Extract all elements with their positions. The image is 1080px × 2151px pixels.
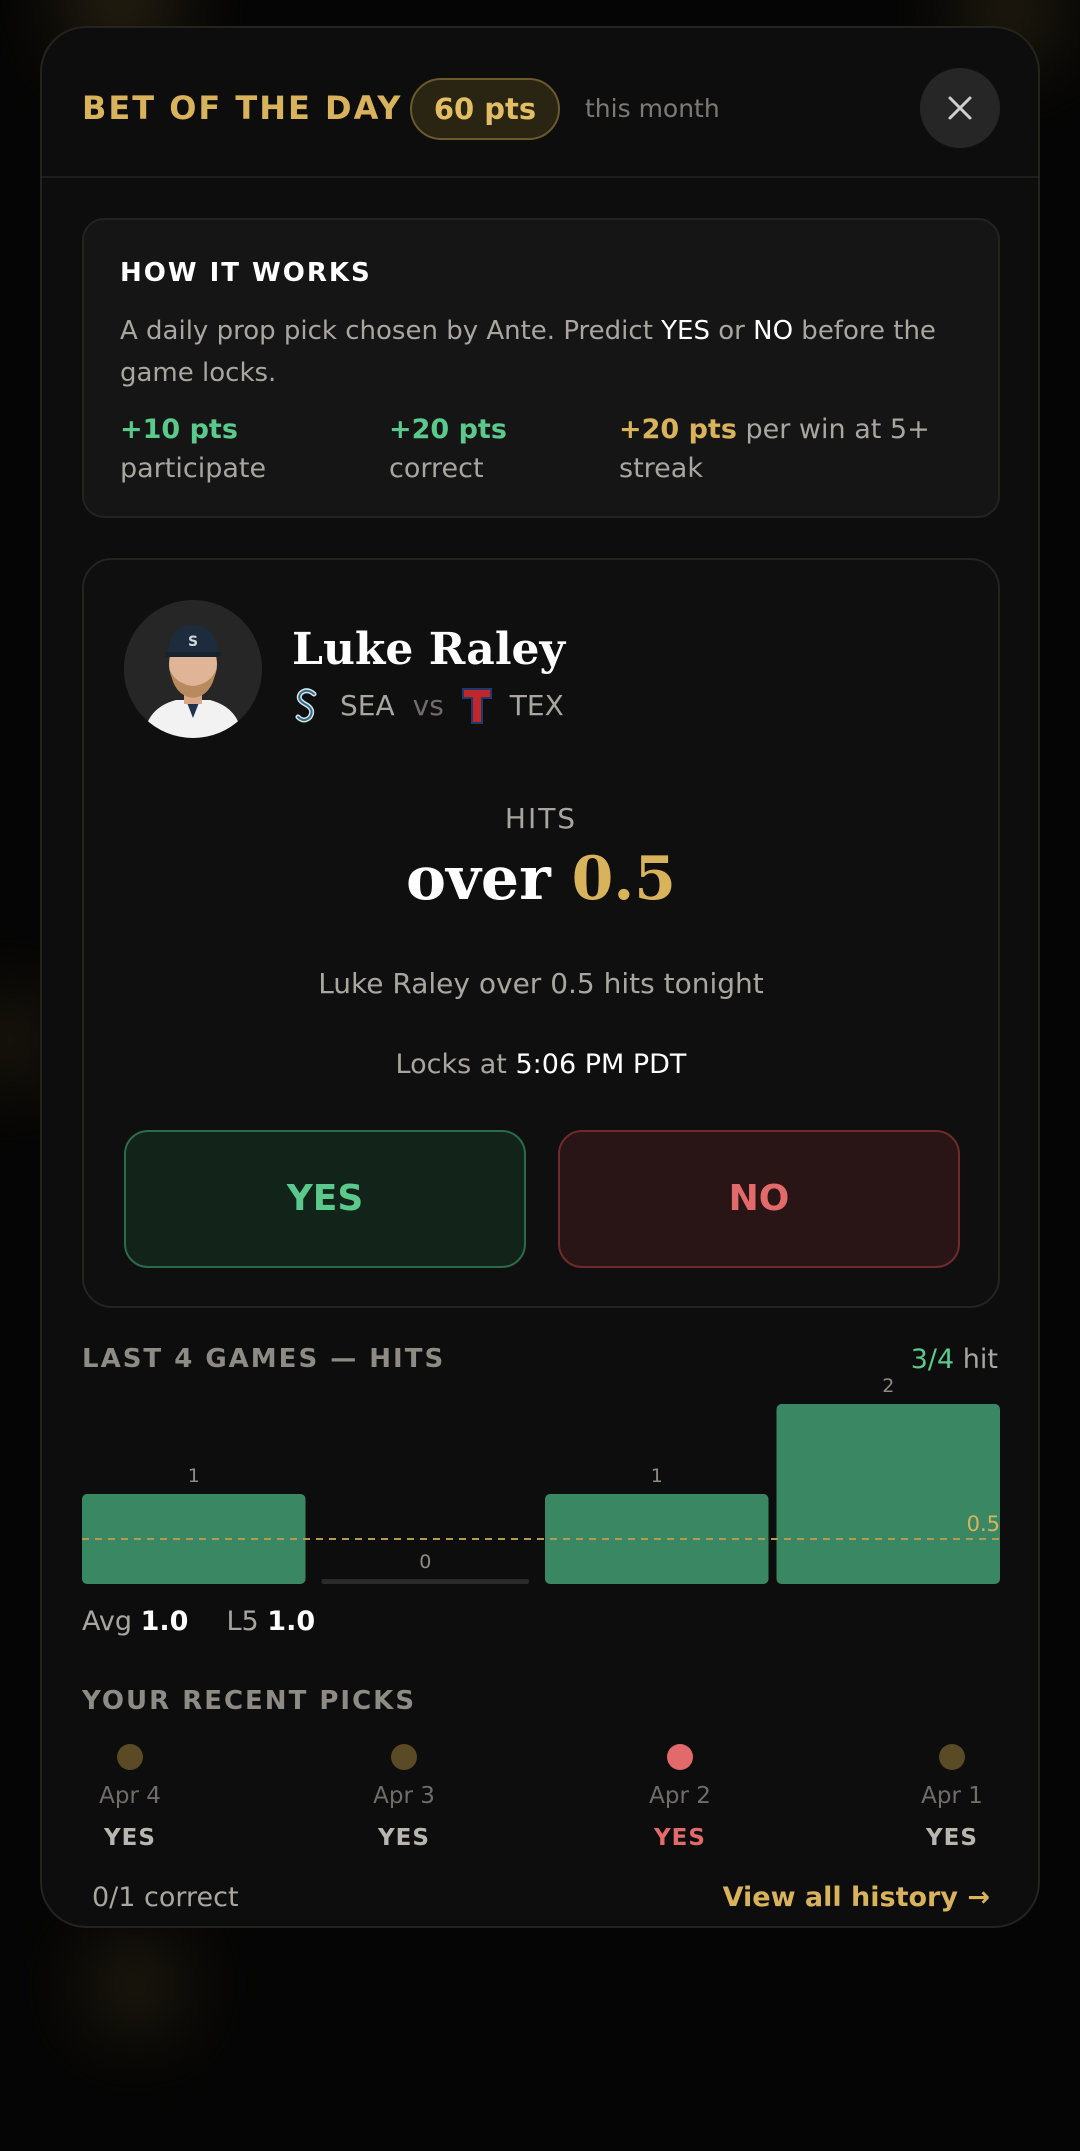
how-it-works-panel: HOW IT WORKS A daily prop pick chosen by… bbox=[82, 218, 1000, 518]
player-name: Luke Raley bbox=[292, 624, 566, 675]
recent-pick: Apr 3 YES bbox=[344, 1738, 464, 1854]
stat-label: HITS bbox=[504, 802, 578, 835]
recent-pick: Apr 2 YES bbox=[620, 1738, 740, 1854]
points-period: this month bbox=[585, 94, 720, 123]
recent-pick: Apr 1 YES bbox=[892, 1738, 1012, 1854]
svg-text:S: S bbox=[188, 634, 198, 650]
player-avatar: S bbox=[124, 600, 262, 738]
pick-status-dot bbox=[939, 1744, 965, 1770]
pick-answer: YES bbox=[926, 1825, 978, 1851]
matchup: SEA vs TEX bbox=[292, 686, 564, 726]
pick-answer: YES bbox=[654, 1825, 706, 1851]
chart-bar bbox=[82, 1494, 306, 1584]
pick-answer: YES bbox=[378, 1825, 430, 1851]
pick-date: Apr 2 bbox=[649, 1783, 711, 1809]
last-games-chart: 1 0 1 2 0.5 bbox=[82, 1378, 1000, 1584]
chart-bar bbox=[776, 1404, 1000, 1584]
chart-value-label: 2 bbox=[882, 1378, 894, 1397]
prop-line: over 0.5 bbox=[406, 844, 676, 914]
pick-status-dot bbox=[117, 1744, 143, 1770]
view-history-link[interactable]: View all history → bbox=[723, 1880, 990, 1916]
pick-date: Apr 4 bbox=[99, 1783, 161, 1809]
chart-value-label: 1 bbox=[188, 1465, 200, 1487]
picks-record: 0/1 correct bbox=[92, 1882, 239, 1913]
chart-value-label: 1 bbox=[651, 1465, 663, 1487]
chart-value-label: 0 bbox=[419, 1551, 431, 1573]
reward-streak: +20 pts per win at 5+ streak bbox=[619, 414, 930, 484]
recent-picks-title: YOUR RECENT PICKS bbox=[82, 1686, 417, 1716]
bet-of-the-day-modal: BET OF THE DAY 60 pts this month HOW IT … bbox=[40, 26, 1040, 1928]
how-it-works-title: HOW IT WORKS bbox=[120, 258, 372, 288]
prop-card: S Luke Raley SEA vs TEX HITS over 0.5 Lu… bbox=[82, 558, 1000, 1308]
modal-title: BET OF THE DAY bbox=[82, 89, 403, 127]
reward-participate: +10 pts participate bbox=[120, 414, 267, 484]
reward-correct: +20 pts correct bbox=[389, 414, 507, 484]
opponent-abbr: TEX bbox=[509, 689, 564, 722]
vs-label: vs bbox=[412, 689, 444, 722]
how-it-works-text: A daily prop pick chosen by Ante. Predic… bbox=[120, 316, 936, 388]
close-icon bbox=[948, 96, 972, 120]
hit-ratio: 3/4 hit bbox=[910, 1344, 998, 1375]
pick-status-dot bbox=[667, 1744, 693, 1770]
pick-status-dot bbox=[391, 1744, 417, 1770]
mariners-logo-icon bbox=[295, 688, 317, 723]
pick-date: Apr 3 bbox=[373, 1783, 435, 1809]
pick-date: Apr 1 bbox=[921, 1783, 983, 1809]
chart-bar bbox=[321, 1579, 529, 1584]
close-button[interactable] bbox=[920, 68, 1000, 148]
averages: Avg 1.0 L5 1.0 bbox=[82, 1606, 316, 1637]
pick-answer: YES bbox=[104, 1825, 156, 1851]
threshold-label: 0.5 bbox=[967, 1512, 1000, 1536]
rangers-logo-icon bbox=[461, 688, 492, 724]
recent-pick: Apr 4 YES bbox=[70, 1738, 190, 1854]
prop-description: Luke Raley over 0.5 hits tonight bbox=[318, 967, 764, 1000]
recent-picks-list: Apr 4 YES Apr 3 YES Apr 2 YES Apr 1 YES bbox=[82, 1738, 1000, 1851]
last-games-title: LAST 4 GAMES — HITS bbox=[82, 1344, 446, 1374]
no-button[interactable]: NO bbox=[558, 1130, 960, 1268]
team-abbr: SEA bbox=[340, 689, 395, 722]
points-badge: 60 pts bbox=[410, 78, 560, 140]
lock-time: Locks at 5:06 PM PDT bbox=[395, 1049, 687, 1080]
modal-header: BET OF THE DAY 60 pts this month bbox=[42, 28, 1038, 178]
yes-button[interactable]: YES bbox=[124, 1130, 526, 1268]
